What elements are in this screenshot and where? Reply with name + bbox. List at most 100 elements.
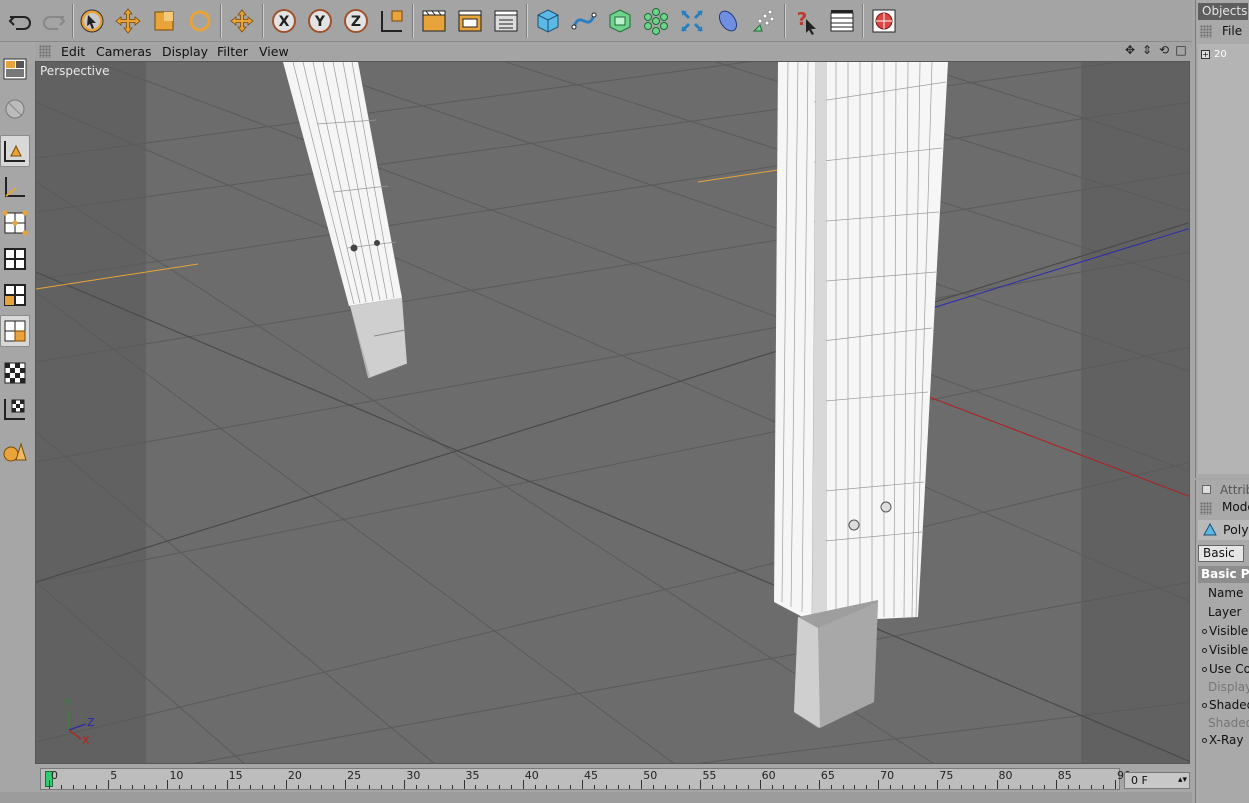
object-item[interactable]: 20 bbox=[1214, 49, 1227, 60]
timeline-minor-tick bbox=[712, 785, 714, 789]
timeline-minor-tick bbox=[747, 785, 749, 789]
sculpt-icon[interactable] bbox=[0, 435, 30, 467]
x-axis-lock-icon[interactable]: X bbox=[268, 4, 300, 38]
menu-mode[interactable]: Mode bbox=[1222, 500, 1249, 514]
live-selection-icon[interactable] bbox=[76, 4, 108, 38]
spline-icon[interactable] bbox=[568, 4, 600, 38]
timeline-major-tick bbox=[700, 780, 702, 789]
timeline-minor-tick bbox=[321, 785, 323, 789]
scene-icon[interactable] bbox=[712, 4, 744, 38]
timeline-tick-label: 20 bbox=[287, 769, 302, 782]
timeline-minor-tick bbox=[735, 785, 737, 789]
timeline-tick-label: 15 bbox=[228, 769, 243, 782]
viewport-camera-label[interactable]: Perspective bbox=[40, 64, 110, 78]
main-toolbar: X Y Z ? bbox=[0, 0, 1192, 42]
attr-shaded-2: Shaded bbox=[1208, 716, 1249, 730]
axis-mode-icon[interactable] bbox=[0, 171, 30, 203]
timeline-minor-tick bbox=[866, 785, 868, 789]
deformer-icon[interactable] bbox=[676, 4, 708, 38]
timeline-minor-tick bbox=[1091, 785, 1093, 789]
attributes-tab-row: Attrib bbox=[1196, 482, 1249, 500]
world-coordinate-icon[interactable] bbox=[376, 4, 408, 38]
help-icon[interactable]: ? bbox=[790, 4, 822, 38]
timeline-icon[interactable] bbox=[826, 4, 858, 38]
timeline-minor-tick bbox=[795, 785, 797, 789]
redo-icon[interactable] bbox=[38, 4, 70, 38]
objects-menu-bar: File bbox=[1196, 23, 1249, 41]
timeline-minor-tick bbox=[783, 785, 785, 789]
attr-visible-renderer: Visible bbox=[1196, 643, 1249, 657]
timeline-minor-tick bbox=[629, 785, 631, 789]
timeline-minor-tick bbox=[428, 785, 430, 789]
timeline-minor-tick bbox=[487, 785, 489, 789]
model-mode-icon[interactable] bbox=[0, 93, 30, 125]
grip-handle[interactable] bbox=[1200, 25, 1212, 38]
timeline-major-tick bbox=[167, 780, 169, 789]
menu-display[interactable]: Display bbox=[162, 44, 208, 59]
timeline-minor-tick bbox=[724, 785, 726, 789]
pan-icon[interactable]: ✥ bbox=[1123, 43, 1137, 57]
timeline-minor-tick bbox=[972, 785, 974, 789]
timeline-tick-label: 45 bbox=[584, 769, 598, 782]
browser-icon[interactable] bbox=[868, 4, 900, 38]
attributes-tab[interactable]: Attrib bbox=[1220, 483, 1249, 497]
tab-basic[interactable]: Basic bbox=[1198, 545, 1244, 562]
z-axis-lock-icon[interactable]: Z bbox=[340, 4, 372, 38]
objects-tab[interactable]: Objects bbox=[1198, 3, 1248, 20]
particle-icon[interactable] bbox=[748, 4, 780, 38]
timeline-major-tick bbox=[463, 780, 465, 789]
workplane-icon[interactable] bbox=[0, 393, 30, 425]
edges-mode-icon[interactable] bbox=[0, 243, 30, 275]
expand-icon[interactable]: + bbox=[1201, 50, 1210, 59]
menu-cameras[interactable]: Cameras bbox=[96, 44, 152, 59]
undo-icon[interactable] bbox=[4, 4, 36, 38]
grip-handle[interactable] bbox=[39, 45, 51, 58]
render-picture-viewer-icon[interactable] bbox=[454, 4, 486, 38]
dolly-icon[interactable]: ⇕ bbox=[1140, 43, 1154, 57]
array-icon[interactable] bbox=[640, 4, 672, 38]
menu-file[interactable]: File bbox=[1222, 24, 1242, 38]
timeline-tick-label: 60 bbox=[761, 769, 776, 782]
grip-handle[interactable] bbox=[1200, 502, 1212, 515]
polygons-mode-icon[interactable] bbox=[0, 279, 30, 311]
render-view-icon[interactable] bbox=[418, 4, 450, 38]
timeline-major-tick bbox=[226, 780, 228, 789]
timeline-minor-tick bbox=[688, 785, 690, 789]
move-object-icon[interactable] bbox=[226, 4, 258, 38]
menu-edit[interactable]: Edit bbox=[61, 44, 85, 59]
y-axis-lock-icon[interactable]: Y bbox=[304, 4, 336, 38]
menu-view[interactable]: View bbox=[259, 44, 289, 59]
object-type-label: Poly bbox=[1223, 522, 1249, 537]
left-toolbar bbox=[0, 55, 31, 475]
current-frame-field[interactable]: 0 F ▴▾ bbox=[1124, 772, 1190, 789]
object-tree[interactable]: + 20 bbox=[1198, 44, 1249, 474]
timeline-major-tick bbox=[49, 780, 50, 789]
rotate-icon[interactable] bbox=[184, 4, 216, 38]
render-settings-icon[interactable] bbox=[490, 4, 522, 38]
subdivision-icon[interactable] bbox=[604, 4, 636, 38]
orbit-icon[interactable]: ⟲ bbox=[1157, 43, 1171, 57]
cube-primitive-icon[interactable] bbox=[532, 4, 564, 38]
timeline-tick-label: 40 bbox=[524, 769, 539, 782]
timeline-minor-tick bbox=[593, 785, 595, 789]
svg-text:Z: Z bbox=[351, 14, 361, 30]
timeline-tick-label: 65 bbox=[820, 769, 835, 782]
timeline-ruler[interactable]: 051015202530354045505560657075808590 bbox=[40, 768, 1131, 790]
timeline-tick-label: 30 bbox=[406, 769, 421, 782]
move-icon[interactable] bbox=[112, 4, 144, 38]
maximize-icon[interactable]: □ bbox=[1174, 43, 1188, 57]
points-mode-icon[interactable] bbox=[0, 207, 30, 239]
viewport-menu-bar: Edit Cameras Display Filter View ✥ ⇕ ⟲ □ bbox=[35, 42, 1192, 61]
timeline-major-tick bbox=[345, 780, 347, 789]
scale-icon[interactable] bbox=[148, 4, 180, 38]
timeline-minor-tick bbox=[499, 785, 501, 789]
viewport-nav-controls: ✥ ⇕ ⟲ □ bbox=[1123, 43, 1188, 57]
perspective-viewport[interactable]: Perspective Y Z X bbox=[35, 61, 1190, 764]
object-mode-icon[interactable] bbox=[0, 135, 30, 167]
viewport-scene bbox=[36, 62, 1189, 763]
timeline-minor-tick bbox=[60, 785, 62, 789]
texture-mode-icon[interactable] bbox=[0, 357, 30, 389]
axis-y-label: Y bbox=[64, 697, 71, 710]
menu-filter[interactable]: Filter bbox=[217, 44, 248, 59]
uv-mode-icon[interactable] bbox=[0, 315, 30, 347]
